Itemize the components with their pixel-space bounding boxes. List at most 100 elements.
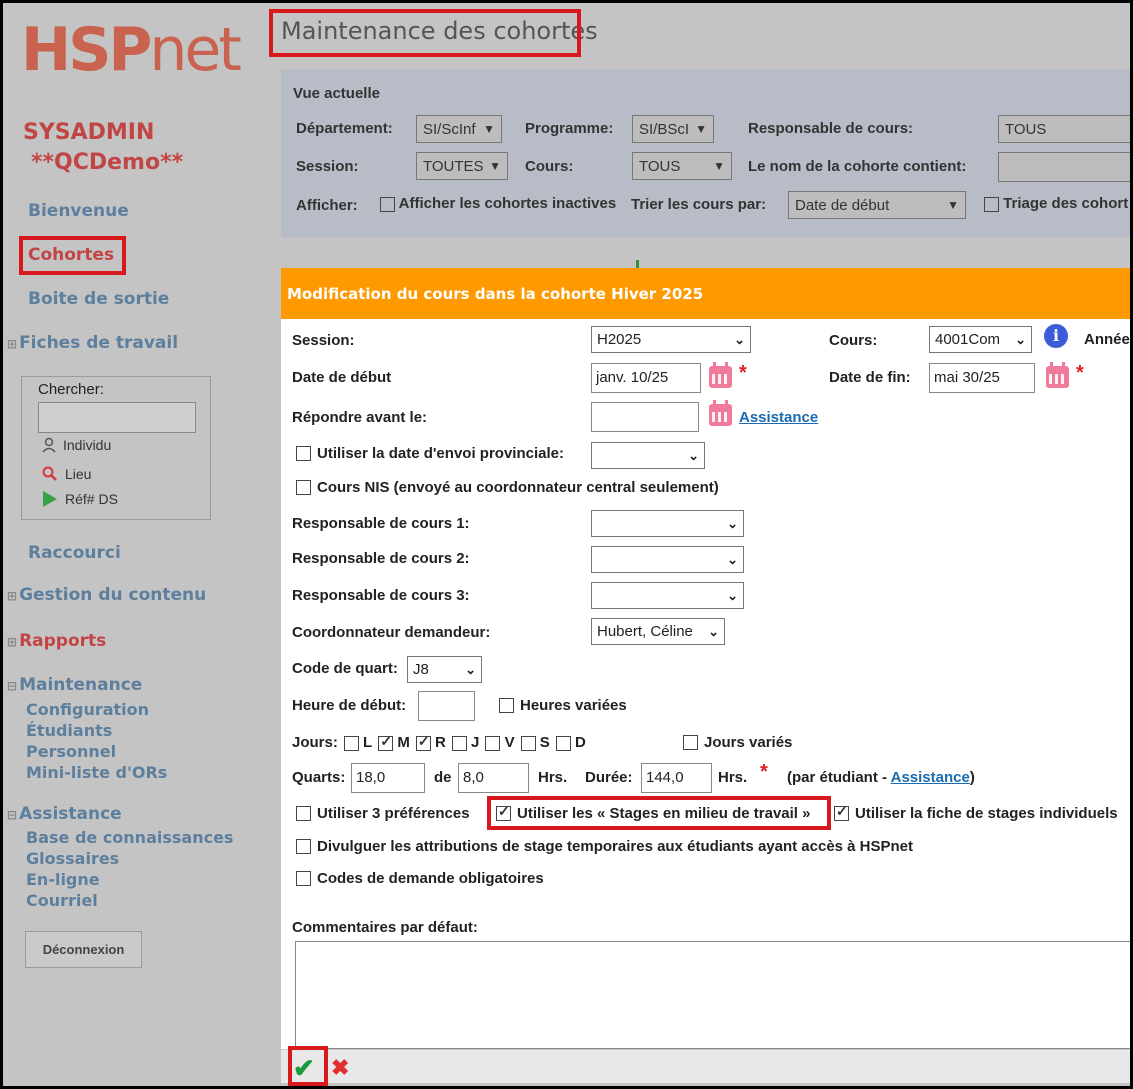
submenu-item-students[interactable]: Étudiants [26, 720, 167, 741]
year-label: Année [1084, 331, 1130, 348]
search-option-place[interactable]: Lieu [42, 466, 91, 482]
start-time-input[interactable] [418, 691, 475, 721]
show-inactive-checkbox[interactable] [380, 196, 395, 212]
comments-label: Commentaires par défaut: [292, 919, 478, 936]
course-select[interactable]: TOUS ▼ [632, 152, 732, 180]
coordinator-select[interactable]: TOUS [998, 115, 1130, 143]
provincial-date-option[interactable]: Utiliser la date d'envoi provinciale: [296, 445, 564, 462]
search-option-ref[interactable]: Réf# DS [42, 490, 118, 508]
day-option[interactable]: V [485, 734, 515, 751]
day-option[interactable]: S [520, 734, 550, 751]
varied-days-option[interactable]: Jours variés [683, 734, 792, 751]
hours-per-shift-input[interactable]: 8,0 [458, 763, 529, 793]
submenu-item-knowledge-base[interactable]: Base de connaissances [26, 827, 233, 848]
day-checkbox[interactable] [451, 735, 467, 751]
logout-button[interactable]: Déconnexion [25, 931, 142, 968]
duration-input[interactable]: 144,0 [641, 763, 712, 793]
show-inactive-option[interactable]: Afficher les cohortes inactives [380, 195, 616, 212]
day-option[interactable]: R [415, 733, 446, 751]
sort-cohorts-checkbox[interactable] [984, 196, 999, 212]
sidebar-item-worksheets[interactable]: ⊞ Fiches de travail [7, 333, 178, 353]
department-select[interactable]: SI/ScInf ▼ [416, 115, 502, 143]
highlight-cohorts [19, 236, 126, 275]
search-input[interactable] [38, 402, 196, 433]
nis-course-option[interactable]: Cours NIS (envoyé au coordonnateur centr… [296, 479, 719, 496]
chevron-down-icon: ⌄ [1015, 331, 1026, 347]
varied-hours-checkbox[interactable] [499, 698, 514, 713]
sidebar-item-help[interactable]: ⊟ Assistance [7, 804, 122, 824]
disclose-checkbox[interactable] [296, 839, 311, 854]
comments-textarea[interactable] [295, 941, 1130, 1049]
three-preferences-option[interactable]: Utiliser 3 préférences [296, 805, 470, 822]
name-contains-input[interactable] [998, 152, 1130, 182]
required-icon: * [1076, 362, 1084, 384]
day-checkbox[interactable] [415, 733, 431, 751]
three-preferences-checkbox[interactable] [296, 806, 311, 821]
day-checkbox[interactable] [485, 735, 501, 751]
program-select[interactable]: SI/BScI ▼ [632, 115, 714, 143]
submenu-item-mini-list[interactable]: Mini-liste d'ORs [26, 762, 167, 783]
day-checkbox[interactable] [378, 733, 394, 751]
sidebar-item-welcome[interactable]: Bienvenue [28, 201, 129, 221]
provincial-date-checkbox[interactable] [296, 446, 311, 461]
help-submenu: Base de connaissances Glossaires En-lign… [26, 827, 233, 911]
disclose-option[interactable]: Divulguer les attributions de stage temp… [296, 838, 913, 855]
show-label: Afficher: [296, 197, 358, 214]
per-student-help-link[interactable]: Assistance [891, 769, 970, 786]
calendar-icon[interactable] [709, 400, 732, 426]
coordinator3-select[interactable]: ⌄ [591, 582, 744, 609]
sort-cohorts-option[interactable]: Triage des cohort [984, 195, 1128, 212]
coordinator1-select[interactable]: ⌄ [591, 510, 744, 537]
session-select[interactable]: TOUTES ▼ [416, 152, 508, 180]
coordinator-label: Responsable de cours: [748, 120, 914, 137]
end-date-input[interactable]: mai 30/25 [929, 363, 1035, 393]
day-option[interactable]: M [378, 733, 410, 751]
program-label: Programme: [525, 120, 614, 137]
individual-sheet-checkbox[interactable] [834, 803, 849, 821]
nis-course-checkbox[interactable] [296, 480, 311, 495]
day-checkbox[interactable] [520, 735, 536, 751]
requester-select[interactable]: Hubert, Céline ⌄ [591, 618, 725, 645]
submenu-item-email[interactable]: Courriel [26, 890, 233, 911]
course-select[interactable]: 4001Com ⌄ [929, 326, 1032, 353]
sidebar-item-reports[interactable]: ⊞ Rapports [7, 631, 106, 651]
dialog-title: Modification du cours dans la cohorte Hi… [281, 268, 1130, 319]
day-option[interactable]: L [343, 734, 372, 751]
provincial-date-select[interactable]: ⌄ [591, 442, 705, 469]
submenu-item-staff[interactable]: Personnel [26, 741, 167, 762]
individual-sheet-option[interactable]: Utiliser la fiche de stages individuels [834, 803, 1118, 822]
search-option-person[interactable]: Individu [42, 437, 111, 453]
shift-code-select[interactable]: J8 ⌄ [407, 656, 482, 683]
submenu-item-glossaries[interactable]: Glossaires [26, 848, 233, 869]
submenu-item-configuration[interactable]: Configuration [26, 699, 167, 720]
mandatory-codes-option[interactable]: Codes de demande obligatoires [296, 870, 544, 887]
sidebar-item-content[interactable]: ⊞ Gestion du contenu [7, 585, 206, 605]
day-checkbox[interactable] [343, 735, 359, 751]
info-icon[interactable]: i [1044, 324, 1068, 348]
sidebar-item-outbox[interactable]: Boite de sortie [28, 289, 169, 309]
shifts-input[interactable]: 18,0 [351, 763, 425, 793]
calendar-icon[interactable] [709, 362, 732, 388]
day-checkbox[interactable] [555, 735, 571, 751]
calendar-icon[interactable] [1046, 362, 1069, 388]
sort-select[interactable]: Date de début ▼ [788, 191, 966, 219]
sidebar-item-maintenance[interactable]: ⊟ Maintenance [7, 675, 142, 695]
coordinator2-select[interactable]: ⌄ [591, 546, 744, 573]
session-select[interactable]: H2025 ⌄ [591, 326, 751, 353]
reply-by-input[interactable] [591, 402, 699, 432]
name-contains-label: Le nom de la cohorte contient: [748, 158, 967, 175]
sidebar-item-shortcut[interactable]: Raccourci [28, 543, 121, 563]
mandatory-codes-checkbox[interactable] [296, 871, 311, 886]
varied-days-checkbox[interactable] [683, 735, 698, 750]
day-option[interactable]: J [451, 734, 479, 751]
day-option[interactable]: D [555, 734, 586, 751]
cancel-x-icon[interactable]: ✖ [331, 1057, 349, 1079]
varied-hours-option[interactable]: Heures variées [499, 697, 627, 714]
reply-help-link[interactable]: Assistance [739, 409, 818, 426]
expand-icon: ⊞ [7, 635, 18, 649]
chevron-down-icon: ⌄ [727, 551, 738, 567]
dialog-footer: ✔ ✖ [281, 1049, 1130, 1083]
start-date-input[interactable]: janv. 10/25 [591, 363, 701, 393]
submenu-item-online[interactable]: En-ligne [26, 869, 233, 890]
days-label: Jours: [292, 734, 338, 751]
